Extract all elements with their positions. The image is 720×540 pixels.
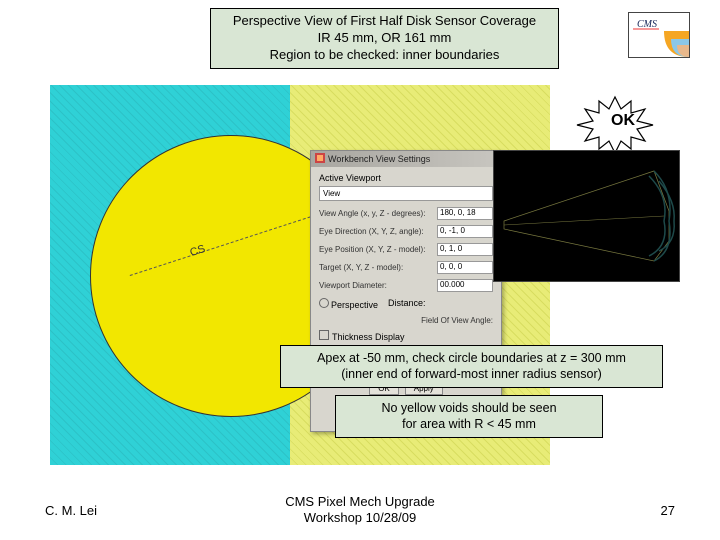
note-apex-line1: Apex at -50 mm, check circle boundaries … [289,350,654,366]
note-voids-line2: for area with R < 45 mm [344,416,594,432]
label-diameter: Viewport Diameter: [319,281,437,290]
checkbox-thickness[interactable]: Thickness Display [319,330,405,342]
dialog-row-fov: Field Of View Angle: [319,316,493,325]
projection-radio-group: Perspective Distance: [319,298,493,310]
dialog-group-label: Active Viewport [319,173,493,183]
footer-page-number: 27 [661,503,675,518]
dark-3d-view [493,150,680,282]
label-distance: Distance: [388,298,426,310]
dialog-title-text: Workbench View Settings [328,154,430,164]
input-view-angle[interactable]: 180, 0, 18 [437,207,493,220]
label-eye-dir: Eye Direction (X, Y, Z, angle): [319,227,437,236]
note-voids-line1: No yellow voids should be seen [344,400,594,416]
footer-center: CMS Pixel Mech Upgrade Workshop 10/28/09 [285,494,435,527]
note-apex-line2: (inner end of forward-most inner radius … [289,366,654,382]
input-eye-dir[interactable]: 0, -1, 0 [437,225,493,238]
title-line2: IR 45 mm, OR 161 mm [217,30,552,47]
dialog-row-eye-dir: Eye Direction (X, Y, Z, angle): 0, -1, 0 [319,225,493,238]
ok-label: OK [611,112,635,130]
label-view-angle: View Angle (x, y, Z - degrees): [319,209,437,218]
title-box: Perspective View of First Half Disk Sens… [210,8,559,69]
view-settings-dialog: Workbench View Settings Active Viewport … [310,150,502,432]
dialog-row-target: Target (X, Y, Z - model): 0, 0, 0 [319,261,493,274]
cms-logo: CMS [628,12,690,58]
radio-perspective[interactable]: Perspective [319,298,378,310]
note-voids: No yellow voids should be seen for area … [335,395,603,438]
viewport-dropdown[interactable]: View [319,186,493,201]
label-target: Target (X, Y, Z - model): [319,263,437,272]
footer-author: C. M. Lei [45,503,97,518]
input-eye-pos[interactable]: 0, 1, 0 [437,243,493,256]
title-line3: Region to be checked: inner boundaries [217,47,552,64]
dialog-titlebar: Workbench View Settings [311,151,501,167]
label-fov: Field Of View Angle: [319,316,493,325]
footer-center-line2: Workshop 10/28/09 [285,510,435,526]
note-apex: Apex at -50 mm, check circle boundaries … [280,345,663,388]
svg-text:CMS: CMS [637,19,657,30]
input-diameter[interactable]: 00.000 [437,279,493,292]
input-target[interactable]: 0, 0, 0 [437,261,493,274]
dialog-icon [315,153,325,165]
label-eye-pos: Eye Position (X, Y, Z - model): [319,245,437,254]
dialog-row-diameter: Viewport Diameter: 00.000 [319,279,493,292]
dialog-row-eye-pos: Eye Position (X, Y, Z - model): 0, 1, 0 [319,243,493,256]
title-line1: Perspective View of First Half Disk Sens… [217,13,552,30]
dialog-row-thickness: Thickness Display [319,330,493,342]
footer-center-line1: CMS Pixel Mech Upgrade [285,494,435,510]
dialog-row-view-angle: View Angle (x, y, Z - degrees): 180, 0, … [319,207,493,220]
